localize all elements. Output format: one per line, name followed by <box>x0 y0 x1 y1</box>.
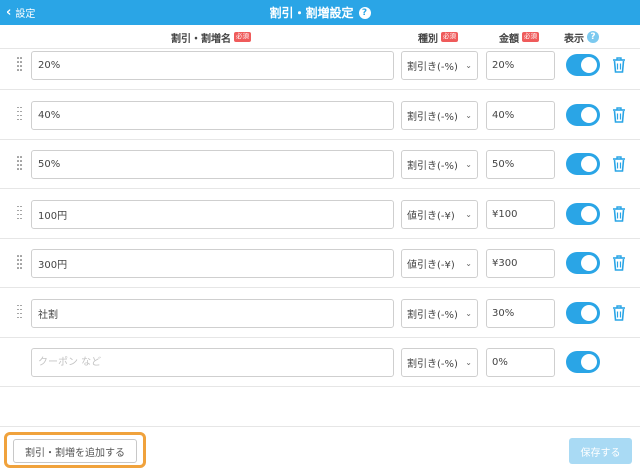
drag-handle-icon[interactable] <box>17 304 23 321</box>
discount-type-value: 割引き(-%) <box>407 161 458 172</box>
discount-amount-input[interactable] <box>486 348 555 377</box>
display-toggle[interactable] <box>566 103 600 126</box>
chevron-down-icon: ⌄ <box>465 358 472 367</box>
discount-amount-input[interactable] <box>486 298 555 328</box>
toggle-knob <box>581 205 597 222</box>
footer-bar: 割引・割増を追加する 保存する <box>0 426 640 470</box>
discount-type-select[interactable]: 割引き(-%) ⌄ <box>401 150 478 179</box>
chevron-down-icon: ⌄ <box>465 110 472 120</box>
discount-amount-input[interactable] <box>486 100 555 130</box>
discount-name-input[interactable] <box>31 199 394 229</box>
drag-handle-icon[interactable] <box>17 255 23 271</box>
discount-type-value: 割引き(-%) <box>407 359 458 370</box>
discount-row: 値引き(-¥) ⌄ <box>0 239 640 288</box>
toggle-knob <box>581 304 597 321</box>
discount-amount-input[interactable] <box>486 199 555 229</box>
discount-type-select[interactable]: 割引き(-%) ⌄ <box>401 348 478 377</box>
add-discount-button[interactable]: 割引・割増を追加する <box>13 439 137 463</box>
discount-amount-input[interactable] <box>486 51 555 80</box>
help-icon[interactable]: ? <box>358 6 371 19</box>
toggle-knob <box>581 106 597 123</box>
display-toggle[interactable] <box>566 301 600 324</box>
discount-type-value: 割引き(-%) <box>407 309 458 321</box>
top-bar: ‹ 設定 割引・割増設定 ? <box>0 0 640 25</box>
chevron-down-icon: ⌄ <box>465 259 472 268</box>
discount-name-input[interactable] <box>31 348 394 377</box>
toggle-knob <box>581 57 597 73</box>
discount-type-select[interactable]: 値引き(-¥) ⌄ <box>401 249 478 278</box>
discount-name-input[interactable] <box>31 100 394 130</box>
chevron-down-icon: ⌄ <box>465 61 472 70</box>
display-toggle[interactable] <box>566 252 600 274</box>
discount-row: 割引き(-%) ⌄ <box>0 41 640 90</box>
display-toggle[interactable] <box>566 153 600 175</box>
discount-name-input[interactable] <box>31 249 394 278</box>
discount-row: 割引き(-%) ⌄ <box>0 140 640 189</box>
toggle-knob <box>581 354 597 370</box>
discount-row: 割引き(-%) ⌄ <box>0 289 640 338</box>
discount-amount-input[interactable] <box>486 150 555 179</box>
discount-row: 値引き(-¥) ⌄ <box>0 190 640 239</box>
trash-icon[interactable] <box>612 205 626 223</box>
discount-type-value: 割引き(-%) <box>407 62 458 73</box>
drag-handle-icon[interactable] <box>17 205 23 222</box>
trash-icon[interactable] <box>612 254 626 272</box>
drag-handle-icon[interactable] <box>17 106 23 123</box>
page-title: 割引・割増設定 <box>269 6 354 20</box>
toggle-knob <box>581 255 597 271</box>
discount-type-select[interactable]: 割引き(-%) ⌄ <box>401 100 478 130</box>
trash-icon[interactable] <box>612 56 626 74</box>
new-discount-row: 割引き(-%) ⌄ <box>0 338 640 387</box>
discount-name-input[interactable] <box>31 298 394 328</box>
toggle-knob <box>581 156 597 172</box>
chevron-down-icon: ⌄ <box>465 160 472 169</box>
discount-type-value: 割引き(-%) <box>407 111 458 123</box>
trash-icon[interactable] <box>612 155 626 173</box>
discount-amount-input[interactable] <box>486 249 555 278</box>
discount-type-select[interactable]: 割引き(-%) ⌄ <box>401 51 478 80</box>
display-toggle[interactable] <box>566 54 600 76</box>
chevron-down-icon: ⌄ <box>465 209 472 219</box>
discount-row: 割引き(-%) ⌄ <box>0 91 640 140</box>
display-toggle[interactable] <box>566 351 600 373</box>
drag-handle-icon[interactable] <box>17 57 23 73</box>
discount-name-input[interactable] <box>31 150 394 179</box>
discount-type-select[interactable]: 値引き(-¥) ⌄ <box>401 199 478 229</box>
drag-handle-icon[interactable] <box>17 156 23 172</box>
discount-type-value: 値引き(-¥) <box>407 260 455 271</box>
trash-icon[interactable] <box>612 106 626 124</box>
discount-type-value: 値引き(-¥) <box>407 210 455 222</box>
title-area: 割引・割増設定 ? <box>0 0 640 25</box>
discount-type-select[interactable]: 割引き(-%) ⌄ <box>401 298 478 328</box>
save-button[interactable]: 保存する <box>569 438 632 464</box>
display-toggle[interactable] <box>566 202 600 225</box>
chevron-down-icon: ⌄ <box>465 308 472 318</box>
trash-icon[interactable] <box>612 304 626 322</box>
discount-name-input[interactable] <box>31 51 394 80</box>
